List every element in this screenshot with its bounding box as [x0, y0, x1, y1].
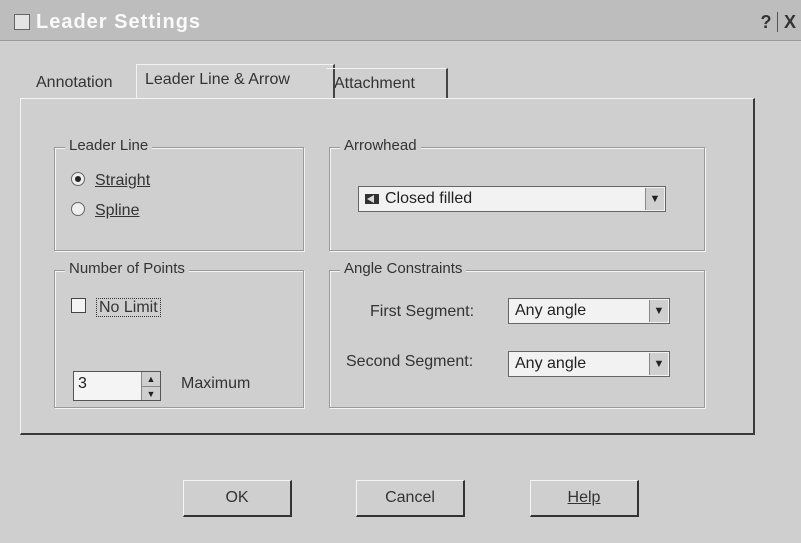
help-button[interactable]: Help	[530, 480, 639, 517]
chevron-down-icon[interactable]: ▼	[649, 353, 668, 375]
maximum-stepper-value: 3	[78, 375, 87, 392]
cancel-button[interactable]: Cancel	[356, 480, 465, 517]
angle-constraints-group-title: Angle Constraints	[340, 260, 467, 277]
arrowhead-select-text: Closed filled	[385, 190, 473, 207]
radio-straight-label: Straight	[95, 172, 151, 189]
tab-annotation[interactable]: Annotation	[28, 68, 144, 98]
chevron-down-icon[interactable]: ▼	[649, 300, 668, 322]
radio-spline-button[interactable]	[71, 202, 85, 216]
no-limit-checkbox[interactable]	[71, 298, 86, 313]
radio-straight-button[interactable]	[71, 172, 85, 186]
second-segment-label: Second Segment:	[346, 353, 474, 370]
stepper-up-icon[interactable]: ▲	[142, 372, 160, 387]
stepper-buttons: ▲ ▼	[141, 372, 160, 400]
radio-straight[interactable]: Straight	[71, 170, 150, 192]
tab-leader-line-arrow[interactable]: Leader Line & Arrow	[136, 64, 335, 99]
help-button-label: Help	[567, 489, 601, 506]
angle-constraints-group: Angle Constraints First Segment: Any ang…	[329, 260, 705, 408]
first-segment-select[interactable]: Any angle ▼	[508, 298, 670, 324]
arrowhead-select-value: Closed filled	[365, 187, 472, 211]
arrowhead-group-title: Arrowhead	[340, 137, 421, 154]
radio-spline-label: Spline	[95, 202, 140, 219]
leader-line-group-title: Leader Line	[65, 137, 153, 154]
arrowhead-group: Arrowhead Closed filled ▼	[329, 137, 705, 251]
tab-attachment[interactable]: Attachment	[326, 68, 448, 99]
no-limit-label: No Limit	[96, 298, 161, 317]
first-segment-label: First Segment:	[370, 303, 475, 320]
number-of-points-group: Number of Points No Limit 3 ▲ ▼ Maximum	[54, 260, 304, 408]
window-title: Leader Settings	[36, 11, 202, 33]
stepper-down-icon[interactable]: ▼	[142, 387, 160, 401]
maximum-stepper[interactable]: 3 ▲ ▼	[73, 371, 161, 401]
help-icon[interactable]: ?	[756, 12, 776, 32]
no-limit-checkbox-row[interactable]: No Limit	[71, 297, 161, 319]
first-segment-select-value: Any angle	[515, 302, 587, 319]
close-icon[interactable]: X	[780, 12, 800, 32]
ok-button[interactable]: OK	[183, 480, 292, 517]
leader-line-group: Leader Line Straight Spline	[54, 137, 304, 251]
radio-spline[interactable]: Spline	[71, 200, 139, 222]
second-segment-select[interactable]: Any angle ▼	[508, 351, 670, 377]
tab-panel: Leader Line Straight Spline Arrowhead Cl…	[20, 98, 755, 435]
chevron-down-icon[interactable]: ▼	[645, 188, 664, 210]
system-menu-icon[interactable]	[14, 14, 30, 30]
number-of-points-group-title: Number of Points	[65, 260, 189, 277]
arrowhead-select[interactable]: Closed filled ▼	[358, 186, 666, 212]
second-segment-select-value: Any angle	[515, 355, 587, 372]
closed-filled-arrow-icon	[365, 194, 379, 204]
title-separator	[777, 12, 778, 32]
title-bar: Leader Settings ? X	[0, 0, 801, 41]
maximum-label: Maximum	[181, 375, 251, 392]
